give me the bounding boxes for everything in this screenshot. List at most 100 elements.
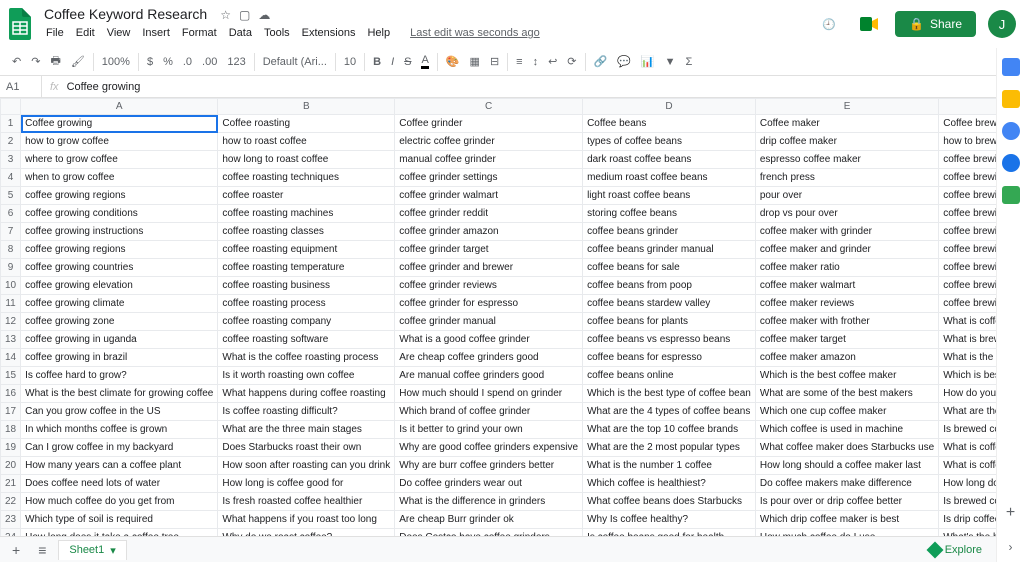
select-all-corner[interactable] [1, 99, 21, 115]
cell[interactable]: coffee brewing techniques [939, 151, 996, 169]
cell[interactable]: coffee grinder reviews [395, 277, 583, 295]
cell[interactable]: coffee roasting company [218, 313, 395, 331]
cell[interactable]: manual coffee grinder [395, 151, 583, 169]
row-header[interactable]: 18 [1, 421, 21, 439]
cell[interactable]: What happens during coffee roasting [218, 385, 395, 403]
cell[interactable]: Why are good coffee grinders expensive [395, 439, 583, 457]
cell[interactable]: Why Is coffee healthy? [583, 511, 756, 529]
undo-icon[interactable]: ↶ [8, 51, 25, 73]
menu-help[interactable]: Help [361, 24, 396, 42]
cell[interactable]: where to grow coffee [21, 151, 218, 169]
cell[interactable]: What is the coffee roasting process [218, 349, 395, 367]
cell[interactable]: coffee grinder target [395, 241, 583, 259]
cell[interactable]: Which one cup coffee maker [755, 403, 938, 421]
keep-icon[interactable] [1002, 90, 1020, 108]
row-header[interactable]: 23 [1, 511, 21, 529]
cell[interactable]: coffee growing instructions [21, 223, 218, 241]
row-header[interactable]: 17 [1, 403, 21, 421]
cell[interactable]: Which brand of coffee grinder [395, 403, 583, 421]
cell[interactable]: coffee grinder and brewer [395, 259, 583, 277]
cell[interactable]: coffee maker and grinder [755, 241, 938, 259]
name-box[interactable]: A1 [0, 76, 42, 97]
cell[interactable]: coffee brewing machine commercial [939, 277, 996, 295]
cell[interactable]: coffee roasting equipment [218, 241, 395, 259]
cell[interactable]: Is it better to grind your own [395, 421, 583, 439]
cell[interactable]: What are the 2 most popular types [583, 439, 756, 457]
cell[interactable]: coffee roasting business [218, 277, 395, 295]
history-icon[interactable]: 🕘 [815, 10, 843, 38]
cell[interactable]: coffee maker target [755, 331, 938, 349]
comment-icon[interactable]: 💬 [613, 51, 635, 73]
add-addon-icon[interactable]: + [1006, 504, 1015, 522]
cell[interactable]: Do coffee makers make difference [755, 475, 938, 493]
cell[interactable]: How much coffee do I use [755, 529, 938, 537]
col-header-B[interactable]: B [218, 99, 395, 115]
cell[interactable]: What are some of the best makers [755, 385, 938, 403]
cell[interactable]: coffee beans stardew valley [583, 295, 756, 313]
cell[interactable]: coffee beans online [583, 367, 756, 385]
cell[interactable]: coffee beans for plants [583, 313, 756, 331]
print-icon[interactable]: 🖶 [46, 51, 64, 73]
share-button[interactable]: 🔒 Share [895, 11, 976, 37]
cell[interactable]: Is brewed coffee healthier than [939, 493, 996, 511]
cell[interactable]: How much should I spend on grinder [395, 385, 583, 403]
cell[interactable]: coffee grinder manual [395, 313, 583, 331]
cell[interactable]: coffee growing in uganda [21, 331, 218, 349]
cell[interactable]: coffee beans for sale [583, 259, 756, 277]
cell[interactable]: how to brew coffee [939, 133, 996, 151]
cell[interactable]: coffee growing regions [21, 241, 218, 259]
cell[interactable]: What is brewed coffee called [939, 331, 996, 349]
fill-color-icon[interactable]: 🎨 [442, 51, 464, 73]
cell[interactable]: How much coffee do you get from [21, 493, 218, 511]
cell[interactable]: how long to roast coffee [218, 151, 395, 169]
currency-btn[interactable]: $ [143, 51, 157, 73]
cell[interactable]: storing coffee beans [583, 205, 756, 223]
cell[interactable]: drop vs pour over [755, 205, 938, 223]
cell[interactable]: coffee beans from poop [583, 277, 756, 295]
cell[interactable]: coffee roasting techniques [218, 169, 395, 187]
cell[interactable]: How do you make coffee in a press [939, 385, 996, 403]
cell[interactable]: How long is coffee good for [218, 475, 395, 493]
cell[interactable]: coffee grinder reddit [395, 205, 583, 223]
cell[interactable]: coffee growing zone [21, 313, 218, 331]
explore-button[interactable]: Explore [929, 544, 990, 556]
spreadsheet-grid[interactable]: ABCDEFGHIJK1Coffee growingCoffee roastin… [0, 98, 996, 536]
contacts-icon[interactable] [1002, 154, 1020, 172]
row-header[interactable]: 10 [1, 277, 21, 295]
cell[interactable]: What happens if you roast too long [218, 511, 395, 529]
cell[interactable]: Are cheap Burr grinder ok [395, 511, 583, 529]
row-header[interactable]: 20 [1, 457, 21, 475]
cell[interactable]: What is the best climate for growing cof… [21, 385, 218, 403]
row-header[interactable]: 5 [1, 187, 21, 205]
last-edit[interactable]: Last edit was seconds ago [404, 24, 546, 42]
menu-extensions[interactable]: Extensions [296, 24, 362, 42]
row-header[interactable]: 1 [1, 115, 21, 133]
cell[interactable]: how to grow coffee [21, 133, 218, 151]
doc-title[interactable]: Coffee Keyword Research [40, 5, 211, 23]
all-sheets-icon[interactable]: ≡ [32, 542, 52, 558]
cell[interactable]: coffee beans for espresso [583, 349, 756, 367]
cell[interactable]: light roast coffee beans [583, 187, 756, 205]
cell[interactable]: dark roast coffee beans [583, 151, 756, 169]
col-header-A[interactable]: A [21, 99, 218, 115]
cell[interactable]: coffee roasting temperature [218, 259, 395, 277]
cell[interactable]: Coffee beans [583, 115, 756, 133]
cell[interactable]: drip coffee maker [755, 133, 938, 151]
cell[interactable]: coffee growing in brazil [21, 349, 218, 367]
menu-data[interactable]: Data [223, 24, 258, 42]
halign-icon[interactable]: ≡ [512, 51, 526, 73]
cell[interactable]: coffee growing conditions [21, 205, 218, 223]
cell[interactable]: What is the number 1 coffee [583, 457, 756, 475]
cell[interactable]: What are the top 10 coffee brands [583, 421, 756, 439]
row-header[interactable]: 11 [1, 295, 21, 313]
cloud-icon[interactable]: ☁ [258, 8, 270, 22]
cell[interactable]: Can you grow coffee in the US [21, 403, 218, 421]
borders-icon[interactable]: ▦ [466, 51, 484, 73]
dec-more-btn[interactable]: .00 [198, 51, 221, 73]
cell[interactable]: coffee brewing kit [939, 295, 996, 313]
cell[interactable]: coffee maker with frother [755, 313, 938, 331]
add-sheet-icon[interactable]: + [6, 542, 26, 558]
cell[interactable]: coffee grinder for espresso [395, 295, 583, 313]
row-header[interactable]: 19 [1, 439, 21, 457]
italic-btn[interactable]: I [387, 51, 398, 73]
